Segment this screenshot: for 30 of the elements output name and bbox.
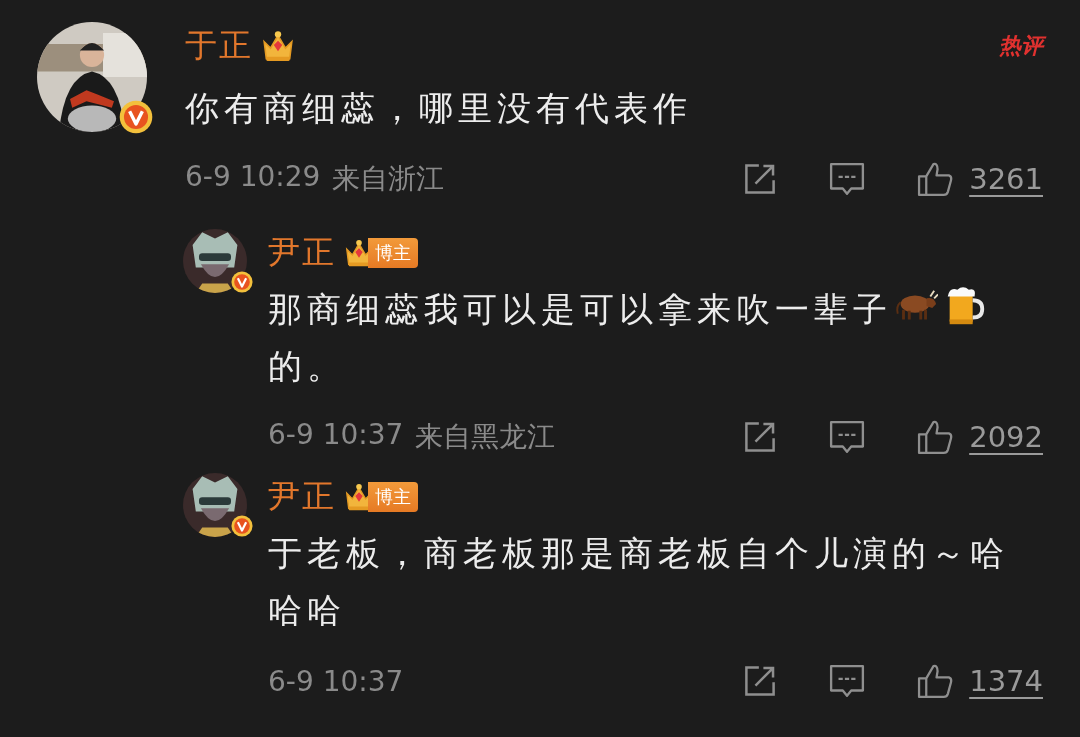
username[interactable]: 尹正 [268,475,336,519]
location-text: 来自浙江 [332,161,445,197]
comment-icon[interactable] [829,664,866,698]
role-tag: 博主 [368,238,418,268]
verified-icon [231,271,253,293]
share-icon[interactable] [743,664,778,698]
username[interactable]: 尹正 [268,231,336,275]
comment-text: 的。 [268,346,346,386]
comment-text: 那商细蕊我可以是可以拿来吹一辈子 [268,289,892,329]
comment-text: 于老板，商老板那是商老板自个儿演的～哈哈哈 [268,533,1009,630]
like-count[interactable]: 2092 [969,420,1043,454]
role-tag: 博主 [368,482,418,512]
comment-icon[interactable] [829,420,866,454]
timestamp: 6-9 10:37 [268,664,404,698]
timestamp: 6-9 10:29 [185,160,321,195]
share-icon[interactable] [743,162,778,196]
like-icon[interactable] [917,161,954,197]
timestamp: 6-9 10:37 [268,418,404,453]
username[interactable]: 于正 [185,24,253,68]
like-count[interactable]: 1374 [969,664,1043,698]
comment-icon[interactable] [829,162,866,196]
location-text: 来自黑龙江 [415,419,556,455]
like-count[interactable]: 3261 [969,162,1043,196]
like-icon[interactable] [917,419,954,455]
comment-text: 你有商细蕊，哪里没有代表作 [185,88,692,128]
like-icon[interactable] [917,663,954,699]
verified-icon [119,100,153,134]
crown-icon [261,29,295,63]
verified-icon [231,515,253,537]
share-icon[interactable] [743,420,778,454]
